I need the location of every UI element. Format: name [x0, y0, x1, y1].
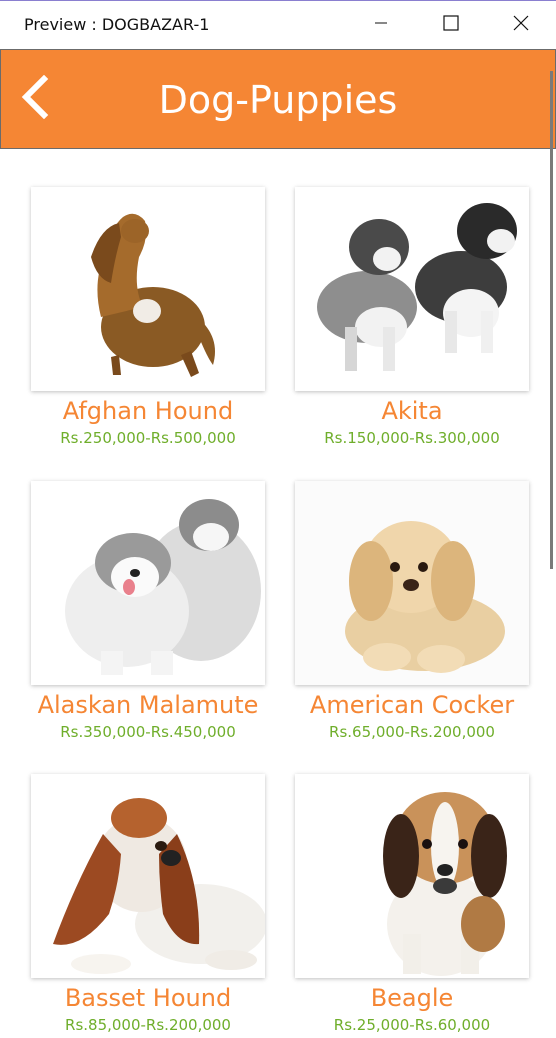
akita-photo [295, 187, 529, 391]
dog-price: Rs.65,000-Rs.200,000 [329, 723, 495, 741]
american-cocker-photo [295, 481, 529, 685]
dog-card[interactable]: Basset Hound Rs.85,000-Rs.200,000 [31, 774, 265, 1034]
dog-price: Rs.250,000-Rs.500,000 [60, 429, 236, 447]
vertical-scrollbar[interactable] [550, 71, 553, 569]
alaskan-malamute-photo [31, 481, 265, 685]
dog-price: Rs.150,000-Rs.300,000 [324, 429, 500, 447]
page-title: Dog-Puppies [158, 78, 398, 122]
dog-card[interactable]: American Cocker Rs.65,000-Rs.200,000 [295, 481, 529, 741]
app-window: Preview : DOGBAZAR-1 Dog-Puppies Afghan … [0, 0, 556, 1038]
afghan-hound-photo [31, 187, 265, 391]
dog-card[interactable]: Beagle Rs.25,000-Rs.60,000 [295, 774, 529, 1034]
dog-name: Beagle [370, 984, 454, 1012]
dog-name: Alaskan Malamute [37, 691, 259, 719]
dog-card[interactable]: Akita Rs.150,000-Rs.300,000 [295, 187, 529, 447]
window-titlebar: Preview : DOGBAZAR-1 [0, 1, 556, 49]
dog-card[interactable]: Alaskan Malamute Rs.350,000-Rs.450,000 [31, 481, 265, 741]
dog-name: Akita [381, 397, 443, 425]
dog-card[interactable]: Afghan Hound Rs.250,000-Rs.500,000 [31, 187, 265, 447]
dog-price: Rs.85,000-Rs.200,000 [65, 1016, 231, 1034]
window-title: Preview : DOGBAZAR-1 [24, 15, 210, 34]
beagle-photo [295, 774, 529, 978]
dog-name: American Cocker [309, 691, 515, 719]
dog-price: Rs.350,000-Rs.450,000 [60, 723, 236, 741]
minimize-icon [374, 16, 388, 35]
dog-name: Afghan Hound [62, 397, 234, 425]
dog-price: Rs.25,000-Rs.60,000 [333, 1016, 491, 1034]
app-header: Dog-Puppies [0, 49, 556, 149]
basset-hound-photo [31, 774, 265, 978]
close-icon [513, 15, 529, 36]
close-button[interactable] [488, 1, 554, 49]
minimize-button[interactable] [348, 1, 414, 49]
maximize-icon [443, 14, 459, 36]
maximize-button[interactable] [418, 1, 484, 49]
dog-name: Basset Hound [64, 984, 232, 1012]
